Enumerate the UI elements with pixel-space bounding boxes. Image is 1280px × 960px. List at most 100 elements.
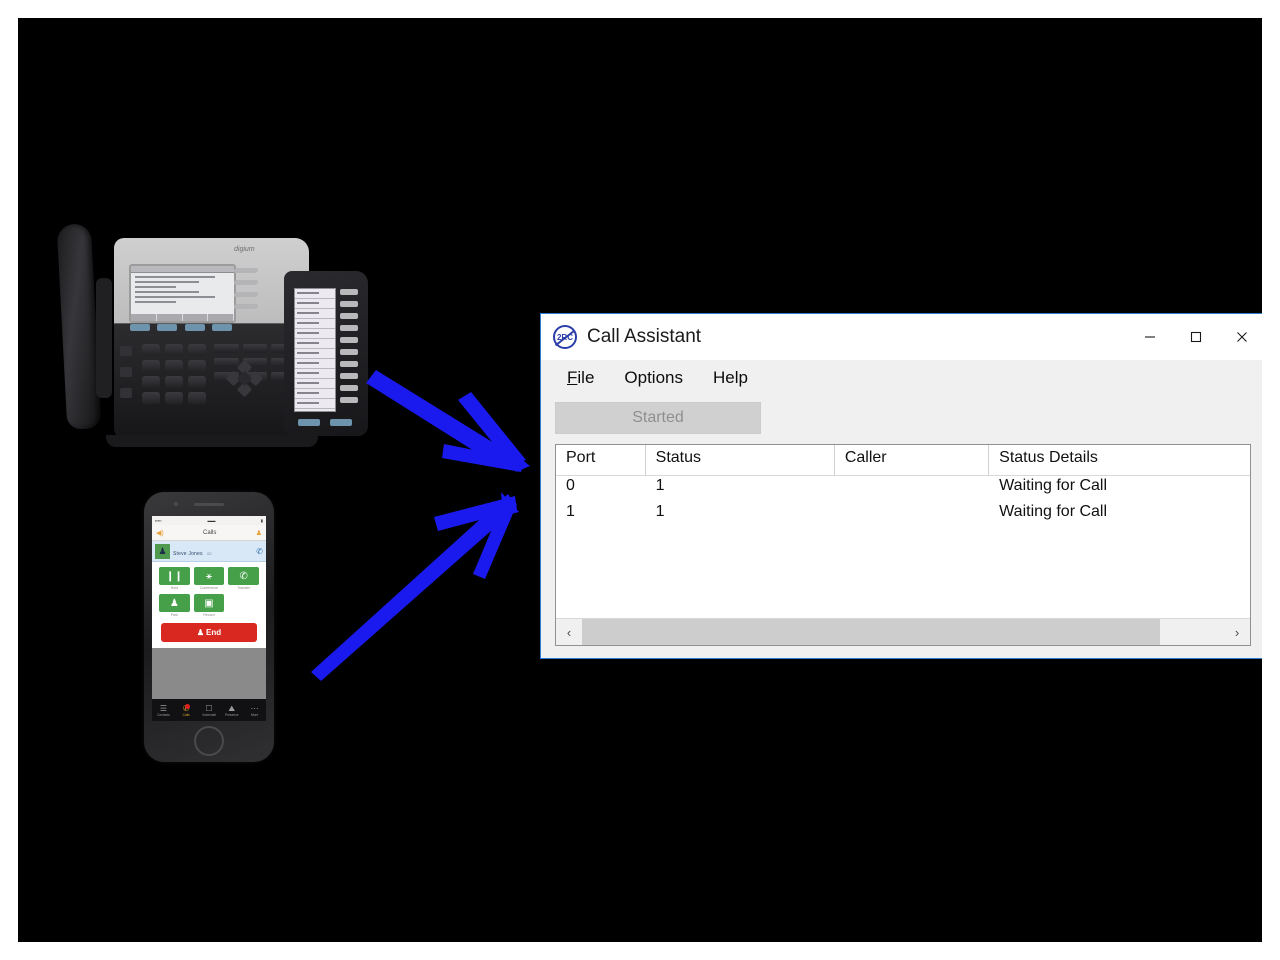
call-action-hold[interactable]: ❙❙ Hold xyxy=(159,567,190,590)
phone-lcd-line xyxy=(135,276,216,278)
mobile-nav-bar: ◀) Calls ♟ xyxy=(152,525,266,541)
phone-lcd-line xyxy=(135,296,216,298)
phone-base xyxy=(106,435,318,447)
cell-status: 1 xyxy=(655,503,665,520)
avatar: ♟ xyxy=(155,543,170,559)
started-status-button[interactable]: Started xyxy=(555,402,761,434)
phone-lcd-line xyxy=(135,281,199,283)
call-action-label: Transfer xyxy=(237,586,251,590)
phone-side-keys xyxy=(120,346,132,409)
call-actions-panel: ❙❙ Hold ⚹ Conference ✆ Transfer ♟ Park ▣… xyxy=(152,562,266,648)
listview-header: Port Status Caller Status Details xyxy=(556,445,1250,476)
person-icon[interactable]: ♟ xyxy=(256,529,262,537)
cell-port: 1 xyxy=(566,503,575,520)
phone-lcd-titlebar xyxy=(131,266,234,273)
contacts-icon: ☰ xyxy=(159,703,167,713)
phone-brand-logo: digium xyxy=(234,246,255,253)
screen-empty-area xyxy=(152,648,266,706)
column-header-port[interactable]: Port xyxy=(556,445,646,475)
presence-icon: ⛰ xyxy=(228,703,236,713)
active-call-row[interactable]: ♟ Steve Jones 02 ✆ xyxy=(152,541,266,562)
end-call-button[interactable]: ♟ End xyxy=(161,623,257,642)
pause-icon: ❙❙ xyxy=(159,567,190,585)
column-header-status-details[interactable]: Status Details xyxy=(989,445,1250,475)
tab-contacts[interactable]: ☰ Contacts xyxy=(152,704,175,717)
call-contact-line: 02 xyxy=(207,551,212,556)
conference-icon: ⚹ xyxy=(193,567,225,585)
voicemail-icon: ☐ xyxy=(205,703,213,713)
phone-lcd-line xyxy=(135,301,177,303)
phone-softkey-row xyxy=(130,324,232,331)
table-row[interactable]: 1 1 Waiting for Call xyxy=(556,502,1250,528)
menu-bar: File Options Help xyxy=(541,360,1262,396)
call-action-transfer[interactable]: ✆ Transfer xyxy=(228,567,259,590)
status-time: ▬▬ xyxy=(207,518,216,523)
phone-sidecar-module xyxy=(284,271,368,436)
menu-options[interactable]: Options xyxy=(612,364,695,392)
horizontal-scrollbar[interactable]: ‹ › xyxy=(556,618,1250,645)
listview-body: 0 1 Waiting for Call 1 1 Waiting for Cal… xyxy=(556,476,1250,618)
tab-presence[interactable]: ⛰ Presence xyxy=(220,704,243,717)
toolbar: Started xyxy=(541,396,1262,442)
call-action-grid: ❙❙ Hold ⚹ Conference ✆ Transfer ♟ Park ▣… xyxy=(159,567,259,617)
menu-help[interactable]: Help xyxy=(701,364,760,392)
ports-listview: Port Status Caller Status Details 0 1 Wa… xyxy=(555,444,1251,646)
maximize-button[interactable] xyxy=(1173,314,1219,360)
minimize-icon xyxy=(1145,336,1155,338)
speaker-icon[interactable]: ◀) xyxy=(156,529,164,537)
phone-navigation-dpad xyxy=(225,359,264,398)
cell-status-details: Waiting for Call xyxy=(999,477,1108,494)
record-icon: ▣ xyxy=(193,594,225,612)
end-call-icon: ♟ xyxy=(196,628,205,637)
call-contact-name: Steve Jones xyxy=(173,551,203,557)
tab-more[interactable]: ⋯ More xyxy=(243,704,266,717)
tab-label: Calls xyxy=(182,712,190,717)
close-button[interactable] xyxy=(1219,314,1262,360)
scroll-left-button[interactable]: ‹ xyxy=(556,619,582,645)
tab-label: Contacts xyxy=(157,712,170,717)
phone-softkey xyxy=(184,324,205,331)
tab-voicemail[interactable]: ☐ Voicemail xyxy=(198,704,221,717)
call-action-label: Conference xyxy=(199,586,219,590)
earpiece-speaker xyxy=(194,503,224,506)
column-header-caller[interactable]: Caller xyxy=(835,445,990,475)
phone-handset-icon: ✆ xyxy=(256,546,263,556)
call-action-conference[interactable]: ⚹ Conference xyxy=(193,567,225,590)
phone-dial-keypad xyxy=(142,344,206,404)
mobile-status-bar: ▪▪▪▪▫ ▬▬ ▮ xyxy=(152,516,266,525)
cell-status: 1 xyxy=(655,477,665,494)
phone-handset-icon xyxy=(56,223,102,430)
end-call-label: End xyxy=(206,628,222,637)
call-action-park[interactable]: ♟ Park xyxy=(159,594,190,617)
window-controls xyxy=(1127,314,1262,360)
phone-handset-rest xyxy=(96,278,112,398)
phone-lcd-screen xyxy=(129,264,236,323)
table-row[interactable]: 0 1 Waiting for Call xyxy=(556,476,1250,502)
column-header-status[interactable]: Status xyxy=(646,445,835,475)
tab-label: Voicemail xyxy=(202,712,216,717)
home-button[interactable] xyxy=(194,726,224,756)
app-logo-icon: 2RC xyxy=(553,325,577,349)
window-title: Call Assistant xyxy=(587,326,702,347)
scroll-right-button[interactable]: › xyxy=(1224,619,1250,645)
cell-status-details: Waiting for Call xyxy=(999,503,1108,520)
call-assistant-window: 2RC Call Assistant File Options Help Sta… xyxy=(540,313,1262,659)
phone-lcd-line xyxy=(135,286,177,288)
call-action-label: Park xyxy=(170,613,178,617)
phone-softkey xyxy=(130,324,150,331)
scrollbar-track[interactable] xyxy=(582,619,1224,645)
scrollbar-thumb[interactable] xyxy=(582,619,1160,645)
menu-file[interactable]: File xyxy=(555,364,606,392)
tab-label: More xyxy=(250,712,259,717)
mobile-nav-title: Calls xyxy=(203,529,217,536)
menu-file-label: ile xyxy=(577,368,595,387)
status-battery: ▮ xyxy=(260,518,263,523)
tab-calls[interactable]: ✆ Calls xyxy=(175,703,198,717)
minimize-button[interactable] xyxy=(1127,314,1173,360)
close-icon xyxy=(1237,332,1247,342)
mobile-tab-bar: ☰ Contacts ✆ Calls ☐ Voicemail ⛰ Presenc… xyxy=(152,699,266,721)
call-action-record[interactable]: ▣ Record xyxy=(193,594,225,617)
status-carrier: ▪▪▪▪▫ xyxy=(155,518,163,523)
window-titlebar[interactable]: 2RC Call Assistant xyxy=(541,314,1262,360)
desk-phone-image: digium xyxy=(56,216,368,451)
